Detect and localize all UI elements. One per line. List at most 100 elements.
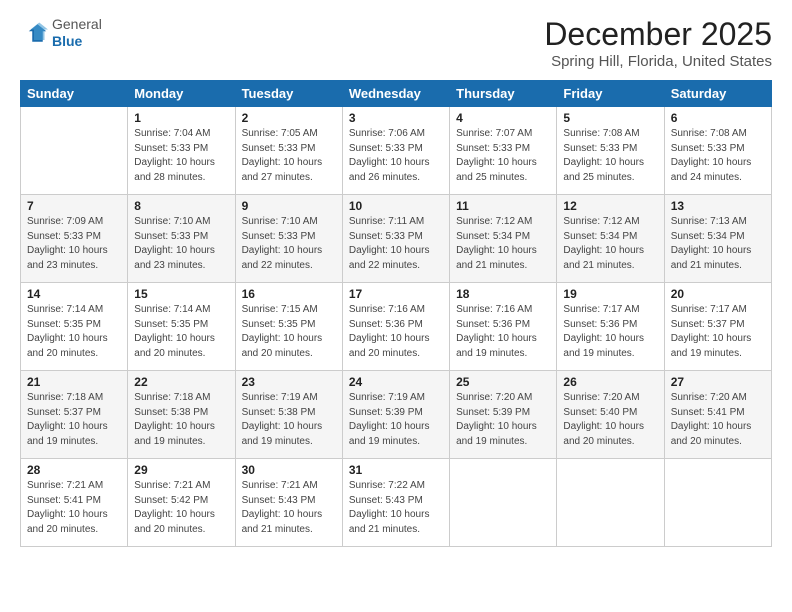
day-number: 21 bbox=[27, 375, 121, 389]
day-number: 22 bbox=[134, 375, 228, 389]
day-info: Sunrise: 7:21 AM Sunset: 5:42 PM Dayligh… bbox=[134, 479, 228, 537]
table-row: 29Sunrise: 7:21 AM Sunset: 5:42 PM Dayli… bbox=[128, 459, 235, 547]
table-row: 31Sunrise: 7:22 AM Sunset: 5:43 PM Dayli… bbox=[342, 459, 449, 547]
table-row: 26 Sunrise: 7:20 AM Sunset: 5:40 PM Dayli… bbox=[557, 371, 664, 459]
day-info: Sunrise: 7:09 AM Sunset: 5:33 PM Dayligh… bbox=[27, 215, 121, 273]
day-info: Sunrise: 7:17 AM Sunset: 5:37 PM Dayligh… bbox=[671, 303, 765, 361]
day-number: 8 bbox=[134, 199, 228, 213]
day-number: 12 bbox=[563, 199, 657, 213]
day-number: 1 bbox=[134, 111, 228, 125]
day-info: Sunrise: 7:19 AM Sunset: 5:38 PM Dayligh… bbox=[242, 391, 336, 449]
calendar-week-row: 7 Sunrise: 7:09 AM Sunset: 5:33 PM Daylig… bbox=[21, 195, 772, 283]
table-row: 11 Sunrise: 7:12 AM Sunset: 5:34 PM Dayli… bbox=[450, 195, 557, 283]
table-row: 8 Sunrise: 7:10 AM Sunset: 5:33 PM Daylig… bbox=[128, 195, 235, 283]
logo-blue-text: Blue bbox=[52, 33, 82, 49]
day-info: Sunrise: 7:21 AM Sunset: 5:41 PM Dayligh… bbox=[27, 479, 121, 537]
day-number: 17 bbox=[349, 287, 443, 301]
table-row: 16 Sunrise: 7:15 AM Sunset: 5:35 PM Dayli… bbox=[235, 283, 342, 371]
table-row: 24Sunrise: 7:19 AM Sunset: 5:39 PM Dayli… bbox=[342, 371, 449, 459]
day-info: Sunrise: 7:18 AM Sunset: 5:38 PM Dayligh… bbox=[134, 391, 228, 449]
table-row bbox=[450, 459, 557, 547]
day-info: Sunrise: 7:17 AM Sunset: 5:36 PM Dayligh… bbox=[563, 303, 657, 361]
calendar-week-row: 14Sunrise: 7:14 AM Sunset: 5:35 PM Dayli… bbox=[21, 283, 772, 371]
day-number: 23 bbox=[242, 375, 336, 389]
calendar-header-row: Sunday Monday Tuesday Wednesday Thursday… bbox=[21, 81, 772, 107]
day-number: 24 bbox=[349, 375, 443, 389]
table-row: 28 Sunrise: 7:21 AM Sunset: 5:41 PM Dayli… bbox=[21, 459, 128, 547]
day-info: Sunrise: 7:16 AM Sunset: 5:36 PM Dayligh… bbox=[349, 303, 443, 361]
col-saturday: Saturday bbox=[664, 81, 771, 107]
day-info: Sunrise: 7:15 AM Sunset: 5:35 PM Dayligh… bbox=[242, 303, 336, 361]
table-row: 10Sunrise: 7:11 AM Sunset: 5:33 PM Dayli… bbox=[342, 195, 449, 283]
main-title: December 2025 bbox=[544, 16, 772, 53]
day-info: Sunrise: 7:10 AM Sunset: 5:33 PM Dayligh… bbox=[134, 215, 228, 273]
day-number: 6 bbox=[671, 111, 765, 125]
table-row: 2 Sunrise: 7:05 AM Sunset: 5:33 PM Daylig… bbox=[235, 107, 342, 195]
col-tuesday: Tuesday bbox=[235, 81, 342, 107]
day-number: 11 bbox=[456, 199, 550, 213]
logo-text: General Blue bbox=[52, 16, 102, 50]
day-number: 4 bbox=[456, 111, 550, 125]
day-info: Sunrise: 7:21 AM Sunset: 5:43 PM Dayligh… bbox=[242, 479, 336, 537]
day-number: 2 bbox=[242, 111, 336, 125]
table-row: 13 Sunrise: 7:13 AM Sunset: 5:34 PM Dayli… bbox=[664, 195, 771, 283]
day-number: 26 bbox=[563, 375, 657, 389]
day-number: 3 bbox=[349, 111, 443, 125]
table-row: 3 Sunrise: 7:06 AM Sunset: 5:33 PM Daylig… bbox=[342, 107, 449, 195]
day-number: 5 bbox=[563, 111, 657, 125]
table-row: 19 Sunrise: 7:17 AM Sunset: 5:36 PM Dayli… bbox=[557, 283, 664, 371]
col-friday: Friday bbox=[557, 81, 664, 107]
col-wednesday: Wednesday bbox=[342, 81, 449, 107]
day-info: Sunrise: 7:20 AM Sunset: 5:39 PM Dayligh… bbox=[456, 391, 550, 449]
day-info: Sunrise: 7:20 AM Sunset: 5:41 PM Dayligh… bbox=[671, 391, 765, 449]
logo-general-text: General bbox=[52, 16, 102, 32]
day-info: Sunrise: 7:06 AM Sunset: 5:33 PM Dayligh… bbox=[349, 127, 443, 185]
day-info: Sunrise: 7:11 AM Sunset: 5:33 PM Dayligh… bbox=[349, 215, 443, 273]
logo: General Blue bbox=[20, 16, 102, 50]
day-number: 20 bbox=[671, 287, 765, 301]
day-info: Sunrise: 7:08 AM Sunset: 5:33 PM Dayligh… bbox=[563, 127, 657, 185]
day-number: 31 bbox=[349, 463, 443, 477]
day-info: Sunrise: 7:20 AM Sunset: 5:40 PM Dayligh… bbox=[563, 391, 657, 449]
logo-icon bbox=[20, 19, 48, 47]
day-info: Sunrise: 7:14 AM Sunset: 5:35 PM Dayligh… bbox=[27, 303, 121, 361]
day-number: 18 bbox=[456, 287, 550, 301]
day-info: Sunrise: 7:04 AM Sunset: 5:33 PM Dayligh… bbox=[134, 127, 228, 185]
table-row: 17 Sunrise: 7:16 AM Sunset: 5:36 PM Dayli… bbox=[342, 283, 449, 371]
table-row: 18 Sunrise: 7:16 AM Sunset: 5:36 PM Dayli… bbox=[450, 283, 557, 371]
col-sunday: Sunday bbox=[21, 81, 128, 107]
day-number: 15 bbox=[134, 287, 228, 301]
day-info: Sunrise: 7:13 AM Sunset: 5:34 PM Dayligh… bbox=[671, 215, 765, 273]
day-info: Sunrise: 7:16 AM Sunset: 5:36 PM Dayligh… bbox=[456, 303, 550, 361]
day-number: 30 bbox=[242, 463, 336, 477]
table-row: 6 Sunrise: 7:08 AM Sunset: 5:33 PM Daylig… bbox=[664, 107, 771, 195]
day-number: 28 bbox=[27, 463, 121, 477]
day-info: Sunrise: 7:14 AM Sunset: 5:35 PM Dayligh… bbox=[134, 303, 228, 361]
table-row: 12 Sunrise: 7:12 AM Sunset: 5:34 PM Dayli… bbox=[557, 195, 664, 283]
table-row bbox=[21, 107, 128, 195]
day-number: 19 bbox=[563, 287, 657, 301]
table-row: 27Sunrise: 7:20 AM Sunset: 5:41 PM Dayli… bbox=[664, 371, 771, 459]
day-number: 25 bbox=[456, 375, 550, 389]
day-number: 16 bbox=[242, 287, 336, 301]
table-row: 25 Sunrise: 7:20 AM Sunset: 5:39 PM Dayli… bbox=[450, 371, 557, 459]
day-info: Sunrise: 7:12 AM Sunset: 5:34 PM Dayligh… bbox=[456, 215, 550, 273]
day-info: Sunrise: 7:18 AM Sunset: 5:37 PM Dayligh… bbox=[27, 391, 121, 449]
day-number: 7 bbox=[27, 199, 121, 213]
table-row: 21 Sunrise: 7:18 AM Sunset: 5:37 PM Dayli… bbox=[21, 371, 128, 459]
table-row: 30 Sunrise: 7:21 AM Sunset: 5:43 PM Dayli… bbox=[235, 459, 342, 547]
table-row: 14Sunrise: 7:14 AM Sunset: 5:35 PM Dayli… bbox=[21, 283, 128, 371]
table-row: 7 Sunrise: 7:09 AM Sunset: 5:33 PM Daylig… bbox=[21, 195, 128, 283]
calendar-week-row: 28 Sunrise: 7:21 AM Sunset: 5:41 PM Dayli… bbox=[21, 459, 772, 547]
subtitle: Spring Hill, Florida, United States bbox=[544, 53, 772, 70]
table-row: 1 Sunrise: 7:04 AM Sunset: 5:33 PM Daylig… bbox=[128, 107, 235, 195]
day-info: Sunrise: 7:05 AM Sunset: 5:33 PM Dayligh… bbox=[242, 127, 336, 185]
table-row: 4Sunrise: 7:07 AM Sunset: 5:33 PM Daylig… bbox=[450, 107, 557, 195]
title-section: December 2025 Spring Hill, Florida, Unit… bbox=[544, 16, 772, 70]
day-info: Sunrise: 7:12 AM Sunset: 5:34 PM Dayligh… bbox=[563, 215, 657, 273]
table-row: 5 Sunrise: 7:08 AM Sunset: 5:33 PM Daylig… bbox=[557, 107, 664, 195]
day-number: 13 bbox=[671, 199, 765, 213]
calendar-week-row: 1 Sunrise: 7:04 AM Sunset: 5:33 PM Daylig… bbox=[21, 107, 772, 195]
day-info: Sunrise: 7:08 AM Sunset: 5:33 PM Dayligh… bbox=[671, 127, 765, 185]
page-container: General Blue December 2025 Spring Hill, … bbox=[0, 0, 792, 612]
